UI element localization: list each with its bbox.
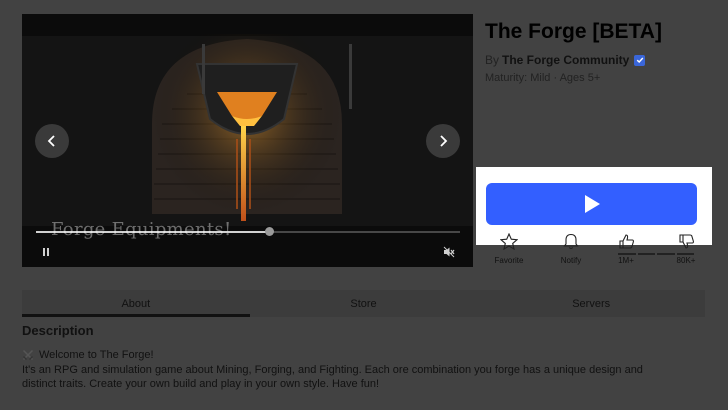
bell-icon bbox=[563, 233, 579, 250]
description-heading: Description bbox=[22, 323, 94, 338]
game-details-page: Forge Equipments! The Forge [BETA] By Th… bbox=[0, 0, 728, 410]
play-button[interactable] bbox=[486, 183, 697, 225]
favorite-button[interactable]: Favorite bbox=[489, 233, 529, 265]
description-text-line-2: distinct traits. Create your own build a… bbox=[22, 378, 380, 390]
video-progress-fill bbox=[36, 231, 270, 233]
chevron-left-icon bbox=[47, 135, 55, 147]
notify-label: Notify bbox=[560, 256, 582, 265]
creator-line: By The Forge Community bbox=[485, 53, 646, 67]
next-media-button[interactable] bbox=[426, 124, 460, 158]
tab-about-label: About bbox=[121, 297, 151, 310]
play-icon bbox=[584, 195, 600, 213]
media-player[interactable]: Forge Equipments! bbox=[22, 14, 473, 267]
favorite-label: Favorite bbox=[494, 256, 524, 265]
game-title: The Forge [BETA] bbox=[485, 20, 662, 43]
thumbs-down-icon bbox=[678, 234, 694, 249]
vote-ratio-bar bbox=[618, 253, 694, 255]
downvote-count: 80K+ bbox=[676, 256, 696, 265]
creator-link[interactable]: The Forge Community bbox=[502, 53, 629, 67]
thumbs-up-icon bbox=[618, 234, 634, 249]
by-prefix: By bbox=[485, 53, 500, 67]
upvote-count: 1M+ bbox=[618, 256, 634, 265]
media-caption: Forge Equipments! bbox=[51, 219, 232, 240]
welcome-text: Welcome to The Forge! bbox=[39, 349, 154, 361]
previous-media-button[interactable] bbox=[35, 124, 69, 158]
chevron-right-icon bbox=[440, 135, 448, 147]
tab-store[interactable]: Store bbox=[250, 290, 478, 317]
video-progress-track[interactable] bbox=[36, 231, 460, 233]
pause-button[interactable] bbox=[39, 245, 53, 259]
description-welcome: Welcome to The Forge! bbox=[22, 349, 154, 361]
tab-servers[interactable]: Servers bbox=[477, 290, 705, 317]
notify-button[interactable]: Notify bbox=[551, 233, 591, 265]
tab-store-label: Store bbox=[350, 297, 377, 310]
crossed-swords-icon bbox=[22, 349, 34, 361]
downvote-button[interactable]: 80K+ bbox=[666, 233, 706, 265]
star-icon bbox=[500, 233, 518, 250]
detail-tabs: About Store Servers bbox=[22, 290, 705, 317]
mute-icon bbox=[443, 246, 455, 258]
description-text-line-1: It's an RPG and simulation game about Mi… bbox=[22, 364, 643, 376]
verified-icon bbox=[634, 54, 646, 66]
pause-icon bbox=[43, 248, 49, 256]
maturity-rating: Maturity: Mild · Ages 5+ bbox=[485, 72, 601, 84]
mute-button[interactable] bbox=[442, 245, 456, 259]
tab-about[interactable]: About bbox=[22, 290, 250, 317]
tab-servers-label: Servers bbox=[572, 297, 611, 310]
upvote-button[interactable]: 1M+ bbox=[606, 233, 646, 265]
